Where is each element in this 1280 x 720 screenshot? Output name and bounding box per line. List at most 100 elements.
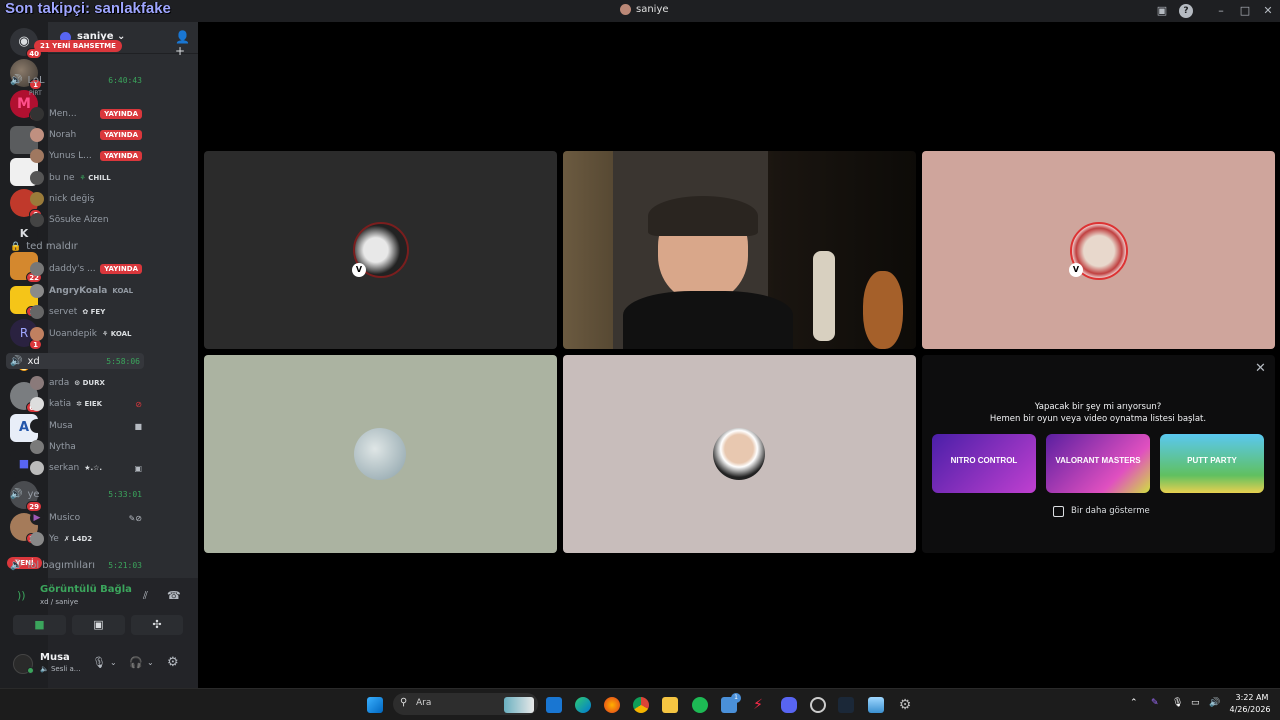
- edge-icon[interactable]: [575, 697, 591, 713]
- webcam-shirt: [623, 291, 793, 349]
- suggestion-title: Yapacak bir şey mi arıyorsun?: [1034, 402, 1162, 412]
- maximize-button[interactable]: □: [1238, 4, 1252, 18]
- unread-mentions-pill[interactable]: 21 YENİ BAHSETME: [34, 40, 122, 52]
- voice-user[interactable]: Men... YAYINDA: [30, 106, 142, 122]
- close-icon[interactable]: ✕: [1255, 361, 1266, 376]
- settings-icon[interactable]: ⚙: [897, 697, 913, 713]
- voice-user[interactable]: Norah YAYINDA: [30, 127, 142, 143]
- invite-people-icon[interactable]: 👤+: [175, 30, 198, 58]
- voice-channel-lol[interactable]: 🔊 LoL 6:40:43: [10, 75, 142, 86]
- video-tile[interactable]: V: [204, 151, 557, 349]
- discord-home-button[interactable]: ◉ 40: [10, 28, 42, 59]
- voice-user[interactable]: arda ⊙ DURX: [30, 375, 142, 391]
- speaker-icon: 🔊: [10, 75, 23, 86]
- chevron-down-icon[interactable]: ⌄: [110, 658, 117, 667]
- avatar: [30, 128, 44, 142]
- voice-channel-lol-bagimlilari[interactable]: 🔊 lol bagımlıları 5:21:03: [10, 560, 142, 571]
- window-title-text: saniye: [636, 4, 669, 15]
- screen-share-button[interactable]: ▣: [72, 615, 125, 635]
- settings-gear-icon[interactable]: ⚙: [167, 655, 179, 670]
- screen-share-icon: ▣: [134, 463, 142, 473]
- tray-microphone-icon[interactable]: 🎙: [1172, 698, 1183, 708]
- microphone-icon[interactable]: 🎙: [92, 656, 106, 669]
- participant-avatar: [713, 428, 765, 480]
- activity-card[interactable]: VALORANT MASTERS: [1046, 434, 1150, 493]
- activity-card[interactable]: NITRO CONTROL: [932, 434, 1036, 493]
- flash-app-icon[interactable]: ⚡: [750, 697, 766, 713]
- windows-start-icon[interactable]: [367, 697, 383, 713]
- minimize-button[interactable]: –: [1214, 4, 1228, 18]
- voice-user[interactable]: Yunus L... YAYINDA: [30, 148, 142, 164]
- camera-button[interactable]: ■: [13, 615, 66, 635]
- voice-user[interactable]: Uoandepik ⚘ KOAL: [30, 326, 142, 342]
- voice-user[interactable]: Musa ■: [30, 418, 142, 434]
- speaker-icon: 🔊: [10, 489, 23, 500]
- channel-name: LoL: [27, 75, 45, 86]
- photos-icon[interactable]: [868, 697, 884, 713]
- app-icon[interactable]: [810, 697, 826, 713]
- clan-tag: ✗ L4D2: [63, 535, 93, 543]
- activities-button[interactable]: ✣: [131, 615, 183, 635]
- file-explorer-icon[interactable]: [662, 697, 678, 713]
- close-window-button[interactable]: ✕: [1261, 4, 1275, 18]
- mail-icon[interactable]: [546, 697, 562, 713]
- voice-user[interactable]: Sōsuke Aizen: [30, 212, 142, 228]
- video-tile-webcam[interactable]: [563, 151, 916, 349]
- video-tile[interactable]: V: [922, 151, 1275, 349]
- voice-channel-ye[interactable]: 🔊 ye 5:33:01: [10, 489, 142, 500]
- voice-user[interactable]: katia ✲ EIEK ⊘: [30, 396, 142, 412]
- channel-name: lol bagımlıları: [27, 560, 96, 571]
- spotify-icon[interactable]: [692, 697, 708, 713]
- noise-suppression-icon[interactable]: ⫽: [143, 589, 148, 603]
- inbox-icon[interactable]: ▣: [1155, 4, 1169, 18]
- voice-channel-xd-active[interactable]: 🔊 xd 5:58:06: [6, 353, 144, 369]
- avatar: [30, 192, 44, 206]
- channel-timer: 5:58:06: [106, 356, 140, 366]
- disconnect-icon[interactable]: ☎: [167, 589, 181, 602]
- firefox-icon[interactable]: [604, 697, 620, 713]
- taskbar-clock-date[interactable]: 4/26/2026: [1228, 705, 1272, 714]
- voice-user[interactable]: daddy's ... YAYINDA: [30, 261, 142, 277]
- chevron-down-icon[interactable]: ⌄: [147, 658, 154, 667]
- voice-status[interactable]: Görüntülü Bağlantı Kuruldu: [40, 584, 132, 595]
- suggestion-subtitle: Hemen bir oyun veya video oynatma listes…: [989, 414, 1207, 424]
- headphones-icon[interactable]: 🎧: [129, 656, 143, 669]
- dont-show-again-checkbox[interactable]: [1053, 506, 1064, 517]
- avatar: ▶: [30, 511, 44, 525]
- current-user-status: 🔈 Sesli a...: [40, 665, 81, 673]
- search-placeholder: Ara: [416, 698, 432, 708]
- tray-app-icon[interactable]: ✎: [1151, 698, 1159, 708]
- guitar-acoustic: [863, 271, 903, 349]
- voice-user[interactable]: AngryKoala KOAL: [30, 283, 142, 299]
- voice-user[interactable]: servet ✿ FEY: [30, 304, 142, 320]
- voice-user[interactable]: nick değiş: [30, 191, 142, 207]
- video-tile[interactable]: [204, 355, 557, 553]
- voice-user[interactable]: serkan ★.☆. ▣: [30, 460, 142, 476]
- clan-tag: ✲ EIEK: [76, 400, 103, 408]
- voice-channel-path[interactable]: xd / saniye: [40, 598, 78, 606]
- tray-chevron-up-icon[interactable]: ⌃: [1130, 698, 1138, 708]
- taskbar-clock-time[interactable]: 3:22 AM: [1232, 693, 1272, 702]
- discord-taskbar-icon[interactable]: [781, 697, 797, 713]
- suggestion-text: Yapacak bir şey mi arıyorsun? Hemen bir …: [930, 401, 1266, 425]
- tray-volume-icon[interactable]: 🔊: [1209, 698, 1220, 708]
- chrome-icon[interactable]: [633, 697, 649, 713]
- voice-user[interactable]: Ye ✗ L4D2: [30, 531, 142, 547]
- speaker-icon: 🔊: [10, 560, 23, 571]
- avatar: [30, 532, 44, 546]
- voice-channel-locked[interactable]: 🔒 ted maldır: [10, 241, 142, 252]
- avatar: [30, 440, 44, 454]
- channel-timer: 5:21:03: [108, 561, 142, 570]
- steam-icon[interactable]: [838, 697, 854, 713]
- voice-user[interactable]: Nytha: [30, 439, 142, 455]
- avatar: [30, 284, 44, 298]
- current-user-name[interactable]: Musa: [40, 652, 70, 663]
- activity-card[interactable]: PUTT PARTY: [1160, 434, 1264, 493]
- voice-user[interactable]: bu ne ⚘ CHILL: [30, 170, 142, 186]
- video-tile[interactable]: [563, 355, 916, 553]
- badge-icon: V: [352, 263, 366, 277]
- live-badge: YAYINDA: [100, 109, 142, 119]
- tray-network-icon[interactable]: ▭: [1191, 698, 1200, 708]
- voice-user[interactable]: ▶ Musico ✎⊘: [30, 510, 142, 526]
- help-icon[interactable]: ?: [1179, 4, 1193, 18]
